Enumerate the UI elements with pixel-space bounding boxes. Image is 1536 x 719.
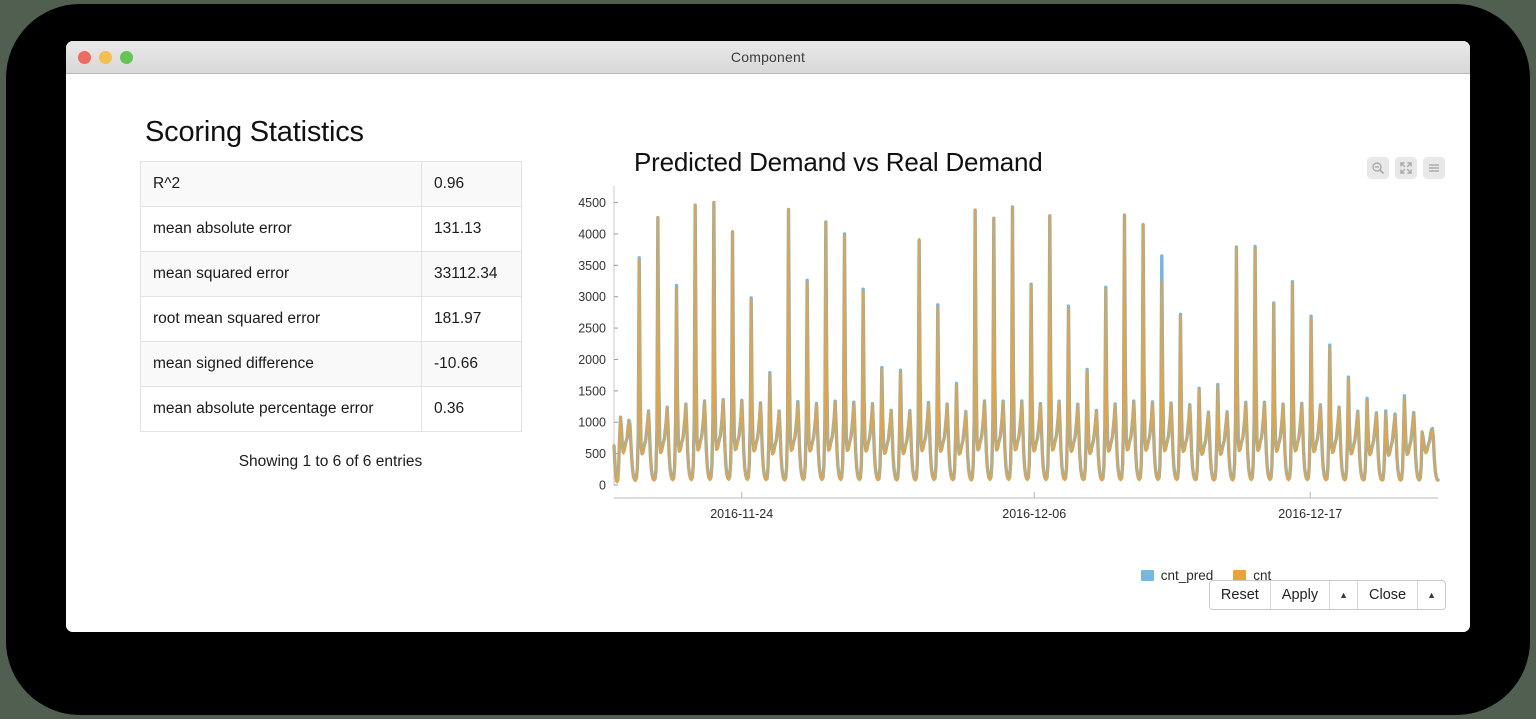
minimize-window-button[interactable]: [99, 51, 112, 64]
y-axis-tick-label: 4500: [578, 196, 606, 210]
scoring-statistics-table: R^2 0.96 mean absolute error 131.13 mean squ…: [140, 161, 522, 432]
legend-item-cnt-pred[interactable]: cnt_pred: [1140, 568, 1214, 583]
metric-value-cell: 33112.34: [421, 251, 522, 297]
metric-value-cell: 181.97: [421, 296, 522, 342]
x-axis-tick-label: 2016-12-06: [1002, 507, 1066, 520]
table-row: R^2 0.96: [140, 161, 522, 207]
apply-caret-up-icon[interactable]: ▲: [1330, 581, 1358, 609]
metric-value-cell: 0.96: [421, 161, 522, 207]
legend-label-cnt-pred: cnt_pred: [1160, 568, 1214, 583]
table-row: root mean squared error 181.97: [140, 296, 522, 342]
close-button[interactable]: Close: [1358, 581, 1419, 609]
zoom-window-button[interactable]: [120, 51, 133, 64]
y-axis-tick-label: 2500: [578, 322, 606, 336]
metric-name-cell: mean squared error: [140, 251, 422, 297]
table-row: mean absolute error 131.13: [140, 206, 522, 252]
metric-name-cell: mean absolute percentage error: [140, 386, 422, 432]
scoring-statistics-panel: Scoring Statistics R^2 0.96 mean absolute …: [140, 116, 540, 471]
apply-button[interactable]: Apply: [1270, 581, 1331, 609]
y-axis-tick-label: 1000: [578, 416, 606, 430]
y-axis-tick-label: 3000: [578, 290, 606, 304]
y-axis-tick-label: 3500: [578, 259, 606, 273]
close-window-button[interactable]: [78, 51, 91, 64]
x-axis-tick-label: 2016-11-24: [710, 507, 773, 520]
window-titlebar: Component: [66, 41, 1470, 74]
app-window: Component Scoring Statistics R^2 0.96 mean…: [66, 41, 1470, 632]
metric-name-cell: root mean squared error: [140, 296, 422, 342]
window-controls: [78, 51, 133, 64]
table-row: mean signed difference -10.66: [140, 341, 522, 387]
reset-button[interactable]: Reset: [1209, 581, 1271, 609]
y-axis-tick-label: 500: [585, 447, 606, 461]
zoom-out-icon[interactable]: [1367, 157, 1389, 179]
legend-swatch-cnt-pred: [1140, 570, 1154, 581]
dialog-button-bar: Reset Apply ▲ Close ▲: [1208, 580, 1446, 610]
desktop-backdrop: Component Scoring Statistics R^2 0.96 mean…: [0, 0, 1536, 719]
chart-toolbar: [1367, 157, 1445, 179]
y-axis-tick-label: 2000: [578, 353, 606, 367]
expand-icon[interactable]: [1395, 157, 1417, 179]
table-row: mean squared error 33112.34: [140, 251, 522, 297]
page-title: Scoring Statistics: [145, 116, 364, 148]
close-caret-up-icon[interactable]: ▲: [1418, 581, 1445, 609]
y-axis-tick-label: 1500: [578, 384, 606, 398]
metric-name-cell: mean signed difference: [140, 341, 422, 387]
timeseries-chart[interactable]: 0 500 1000 1500 2000 2500 3000 3500 4000 4500 2016…: [566, 180, 1446, 520]
window-content: Scoring Statistics R^2 0.96 mean absolute …: [66, 74, 1470, 632]
metric-name-cell: mean absolute error: [140, 206, 422, 252]
y-axis-tick-label: 4000: [578, 227, 606, 241]
chart-plot-area[interactable]: 0 500 1000 1500 2000 2500 3000 3500 4000 4500 2016…: [566, 180, 1446, 520]
y-axis-tick-label: 0: [599, 479, 606, 493]
menu-icon[interactable]: [1423, 157, 1445, 179]
chart-title: Predicted Demand vs Real Demand: [634, 147, 1043, 177]
table-row: mean absolute percentage error 0.36: [140, 386, 522, 432]
metric-value-cell: 131.13: [421, 206, 522, 252]
metric-value-cell: -10.66: [421, 341, 522, 387]
window-title: Component: [730, 49, 806, 65]
chart-panel: Predicted Demand vs Real Demand 0 500 10…: [566, 102, 1446, 602]
metric-name-cell: R^2: [140, 161, 422, 207]
x-axis-tick-label: 2016-12-17: [1278, 507, 1342, 520]
metric-value-cell: 0.36: [421, 386, 522, 432]
table-entries-info: Showing 1 to 6 of 6 entries: [238, 453, 423, 470]
